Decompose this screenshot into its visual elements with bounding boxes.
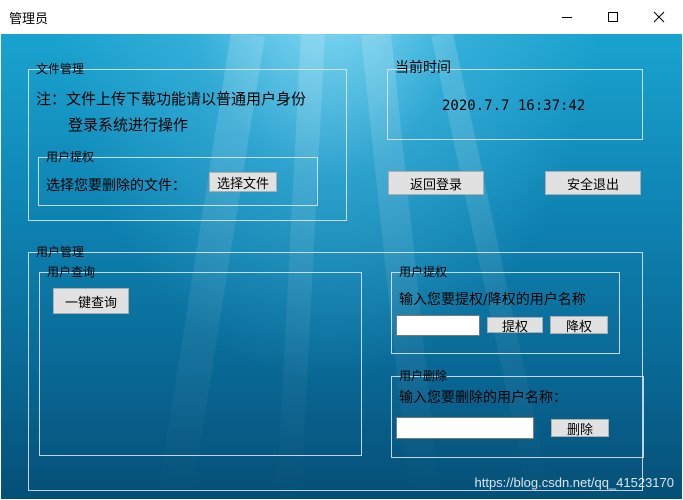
user-management-title: 用户管理: [36, 245, 85, 259]
file-privilege-title: 用户提权: [46, 150, 95, 164]
file-note-line2: 登录系统进行操作: [68, 116, 189, 134]
query-all-button[interactable]: 一键查询: [53, 288, 129, 314]
current-time-value: 2020.7.7 16:37:42: [442, 98, 586, 114]
current-time-group: 当前时间 2020.7.7 16:37:42: [387, 60, 643, 140]
watermark-text: https://blog.csdn.net/qq_41523170: [474, 475, 675, 490]
user-management-group: 用户管理 用户查询 一键查询 用户提权 输入您要提权/降权的用户名称 提权 降权…: [28, 245, 644, 491]
user-privilege-title: 用户提权: [399, 265, 448, 279]
safe-exit-button[interactable]: 安全退出: [545, 171, 641, 195]
file-privilege-subgroup: 用户提权 选择您要删除的文件： 选择文件: [38, 150, 318, 206]
minimize-button[interactable]: [544, 0, 590, 34]
user-privilege-subgroup: 用户提权 输入您要提权/降权的用户名称 提权 降权: [391, 265, 620, 354]
close-icon: [653, 11, 665, 23]
window-title: 管理员: [9, 12, 49, 27]
current-time-title: 当前时间: [395, 60, 451, 76]
select-file-label: 选择您要删除的文件：: [46, 178, 186, 194]
privilege-prompt: 输入您要提权/降权的用户名称: [399, 292, 586, 308]
maximize-button[interactable]: [590, 0, 636, 34]
user-delete-subgroup: 用户删除 输入您要删除的用户名称： 删除: [391, 369, 644, 458]
user-query-subgroup: 用户查询 一键查询: [39, 265, 362, 456]
admin-window: 管理员 文件管理 注：文件上传下载功能请以普通用户身份 登录系统进行操作 用户提…: [0, 0, 683, 500]
close-button[interactable]: [636, 0, 682, 34]
client-area: 文件管理 注：文件上传下载功能请以普通用户身份 登录系统进行操作 用户提权 选择…: [1, 31, 682, 499]
delete-button[interactable]: 删除: [551, 419, 609, 438]
select-file-button[interactable]: 选择文件: [209, 172, 277, 192]
file-note-line1: 注：文件上传下载功能请以普通用户身份: [36, 90, 307, 108]
file-management-title: 文件管理: [36, 62, 85, 76]
demote-button[interactable]: 降权: [550, 316, 608, 335]
maximize-icon: [608, 12, 618, 22]
back-login-button[interactable]: 返回登录: [388, 171, 484, 195]
user-query-title: 用户查询: [47, 265, 96, 279]
privilege-username-input[interactable]: [396, 315, 480, 336]
file-management-group: 文件管理 注：文件上传下载功能请以普通用户身份 登录系统进行操作 用户提权 选择…: [28, 62, 347, 221]
delete-username-input[interactable]: [396, 417, 534, 439]
minimize-icon: [562, 17, 572, 18]
title-bar: 管理员: [0, 0, 683, 34]
delete-prompt: 输入您要删除的用户名称：: [399, 390, 567, 406]
user-delete-title: 用户删除: [399, 369, 448, 383]
promote-button[interactable]: 提权: [487, 317, 543, 335]
